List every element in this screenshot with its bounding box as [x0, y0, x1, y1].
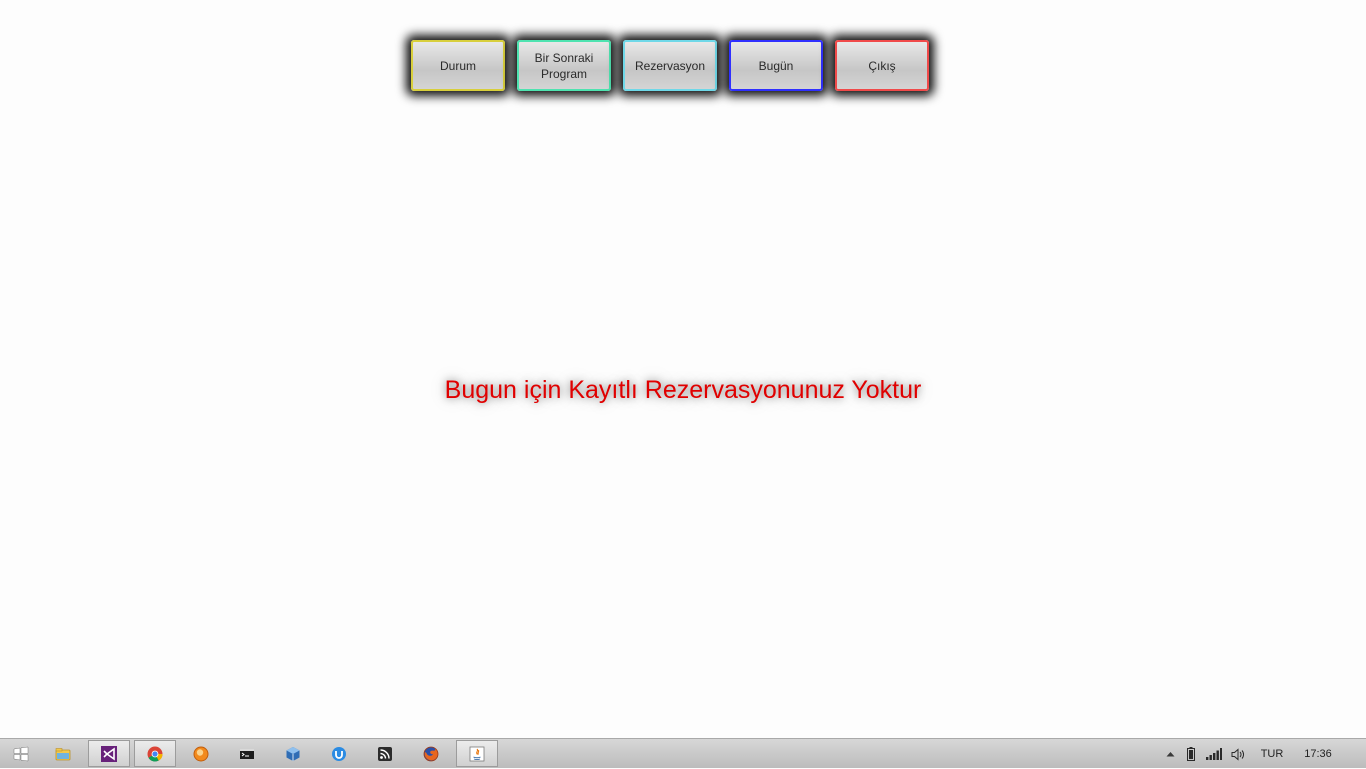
taskbar: TUR 17:36: [0, 738, 1366, 768]
app-window: Durum Bir Sonraki Program Rezervasyon Bu…: [0, 0, 1366, 738]
virtualbox-icon: [286, 746, 300, 761]
tray-overflow-button[interactable]: [1160, 751, 1180, 757]
command-prompt-icon: [240, 748, 254, 759]
durum-button[interactable]: Durum: [411, 40, 505, 91]
taskbar-file-explorer[interactable]: [42, 740, 84, 767]
battery-status[interactable]: [1180, 747, 1202, 761]
no-reservation-message: Bugun için Kayıtlı Rezervasyonunuz Yoktu…: [444, 376, 922, 404]
battery-icon: [1187, 747, 1195, 761]
rezervasyon-button[interactable]: Rezervasyon: [623, 40, 717, 91]
chrome-icon: [147, 746, 163, 762]
system-tray: TUR 17:36: [1160, 739, 1342, 769]
input-language[interactable]: TUR: [1250, 748, 1294, 760]
clock[interactable]: 17:36: [1294, 748, 1342, 760]
bir-sonraki-program-button[interactable]: Bir Sonraki Program: [517, 40, 611, 91]
cikis-label: Çıkış: [868, 58, 896, 73]
network-status[interactable]: [1202, 748, 1226, 760]
cikis-button[interactable]: Çıkış: [835, 40, 929, 91]
bugun-label: Bugün: [758, 58, 794, 73]
rezervasyon-label: Rezervasyon: [634, 58, 706, 73]
java-app-icon: [469, 746, 485, 761]
taskbar-virtualbox[interactable]: [272, 740, 314, 767]
durum-label: Durum: [439, 58, 476, 73]
file-explorer-icon: [55, 747, 71, 760]
volume-control[interactable]: [1226, 747, 1250, 761]
taskbar-rss-reader[interactable]: [364, 740, 406, 767]
bugun-button[interactable]: Bugün: [729, 40, 823, 91]
nav-bar: Durum Bir Sonraki Program Rezervasyon Bu…: [411, 40, 931, 92]
taskbar-torrent[interactable]: [318, 740, 360, 767]
taskbar-visual-studio[interactable]: [88, 740, 130, 767]
signal-icon: [1206, 748, 1222, 760]
taskbar-java-app[interactable]: [456, 740, 498, 767]
chevron-up-icon: [1166, 752, 1174, 757]
browser-orange-icon: [193, 746, 209, 761]
taskbar-command-prompt[interactable]: [226, 740, 268, 767]
firefox-icon: [423, 746, 439, 761]
bir-sonraki-program-label: Bir Sonraki Program: [534, 50, 594, 81]
taskbar-chrome[interactable]: [134, 740, 176, 767]
torrent-icon: [332, 746, 346, 761]
start-button[interactable]: [0, 740, 42, 767]
rss-reader-icon: [378, 746, 392, 761]
taskbar-firefox[interactable]: [410, 740, 452, 767]
visual-studio-icon: [101, 745, 117, 762]
taskbar-orange-browser[interactable]: [180, 740, 222, 767]
windows-start-icon: [13, 746, 29, 761]
speaker-icon: [1231, 747, 1244, 761]
